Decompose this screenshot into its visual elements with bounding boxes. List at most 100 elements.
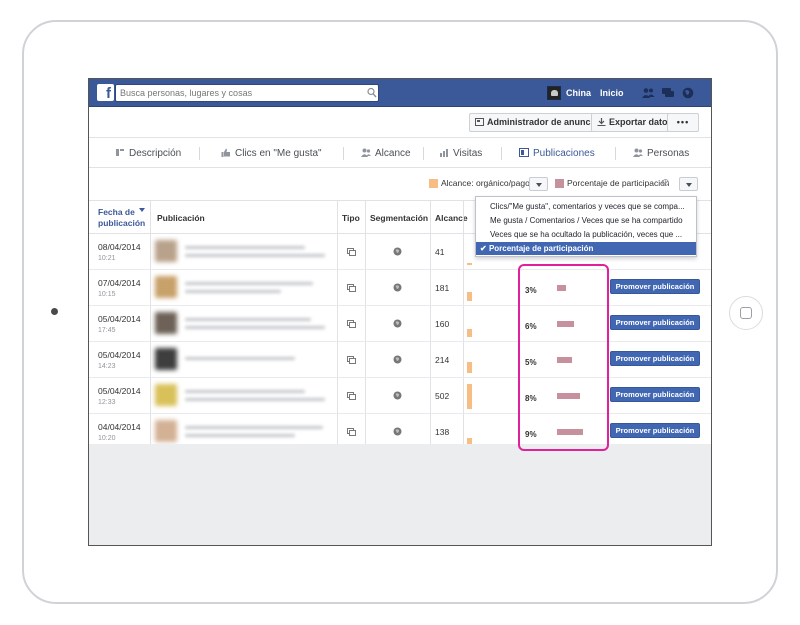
- checkmark-icon: ✔: [480, 244, 487, 253]
- overview-icon: [116, 149, 124, 156]
- facebook-logo[interactable]: f: [97, 84, 114, 102]
- thumbs-up-icon: [221, 148, 230, 157]
- promote-post-button[interactable]: Promover publicación: [610, 315, 700, 330]
- reach-value: 41: [435, 247, 445, 257]
- export-data-button[interactable]: Exportar datos: [591, 113, 679, 132]
- menu-item-selected[interactable]: ✔ Porcentaje de participación: [476, 242, 696, 255]
- post-type-icon: [347, 284, 356, 292]
- tab-descripcion[interactable]: Descripción: [115, 139, 181, 168]
- search-icon[interactable]: [367, 87, 377, 99]
- sort-desc-icon[interactable]: [139, 208, 145, 213]
- promote-post-button[interactable]: Promover publicación: [610, 351, 700, 366]
- reach-value: 502: [435, 391, 450, 401]
- post-type-icon: [347, 248, 356, 256]
- post-thumbnail[interactable]: [155, 384, 177, 406]
- table-row[interactable]: 05/04/2014 14:23 214 5% Promover publicac…: [89, 343, 711, 378]
- post-date: 05/04/2014 12:33: [98, 386, 141, 408]
- insights-tabs: Descripción Clics en "Me gusta" Alcance …: [89, 139, 711, 168]
- globe-icon: [393, 283, 402, 292]
- post-date-value: 05/04/2014: [98, 314, 141, 324]
- post-date-value: 05/04/2014: [98, 386, 141, 396]
- info-icon[interactable]: [662, 179, 669, 186]
- messages-icon[interactable]: [661, 87, 675, 99]
- globe-icon: [393, 391, 402, 400]
- tab-separator: [501, 147, 502, 160]
- reach-bar: [467, 362, 472, 373]
- post-time: 17:45: [98, 327, 116, 334]
- column-header-type: Tipo: [342, 213, 360, 223]
- friend-requests-icon[interactable]: [641, 87, 655, 99]
- people-icon: [361, 148, 371, 157]
- home-link[interactable]: Inicio: [600, 86, 624, 100]
- notifications-globe-icon[interactable]: [681, 87, 695, 99]
- table-row[interactable]: 05/04/2014 12:33 502 8% Promover publicac…: [89, 379, 711, 414]
- reach-legend-swatch: [429, 179, 438, 188]
- export-data-label: Exportar datos: [609, 117, 673, 127]
- post-date-value: 05/04/2014: [98, 350, 141, 360]
- tab-separator: [615, 147, 616, 160]
- post-text-blurred[interactable]: [185, 390, 305, 393]
- tab-label: Personas: [647, 148, 690, 159]
- post-thumbnail[interactable]: [155, 276, 177, 298]
- post-text-blurred[interactable]: [185, 290, 281, 293]
- search-input[interactable]: Busca personas, lugares y cosas: [115, 84, 379, 102]
- promote-post-button[interactable]: Promover publicación: [610, 423, 700, 438]
- post-text-blurred[interactable]: [185, 254, 325, 257]
- post-time: 12:33: [98, 399, 116, 406]
- post-text-blurred[interactable]: [185, 282, 313, 285]
- post-thumbnail[interactable]: [155, 240, 177, 262]
- promote-post-button[interactable]: Promover publicación: [610, 279, 700, 294]
- bar-chart-icon: [440, 149, 448, 157]
- table-row[interactable]: 05/04/2014 17:45 160 6% Promover publicac…: [89, 307, 711, 342]
- avatar[interactable]: [547, 86, 561, 100]
- menu-item[interactable]: Clics/"Me gusta", comentarios y veces qu…: [476, 200, 696, 213]
- tab-publicaciones[interactable]: Publicaciones: [519, 139, 595, 168]
- engagement-metric-dropdown[interactable]: [679, 177, 698, 191]
- post-text-blurred[interactable]: [185, 318, 311, 321]
- profile-name-link[interactable]: China: [566, 86, 591, 100]
- post-date-value: 08/04/2014: [98, 242, 141, 252]
- promote-post-button[interactable]: Promover publicación: [610, 387, 700, 402]
- posts-icon: [519, 148, 529, 157]
- post-text-blurred[interactable]: [185, 246, 305, 249]
- more-options-button[interactable]: •••: [667, 113, 699, 132]
- tab-clics-me-gusta[interactable]: Clics en "Me gusta": [221, 139, 322, 168]
- globe-icon: [393, 247, 402, 256]
- tab-separator: [343, 147, 344, 160]
- post-text-blurred[interactable]: [185, 326, 325, 329]
- tab-personas[interactable]: Personas: [633, 139, 689, 168]
- action-bar: Administrador de anuncios Exportar datos…: [89, 108, 711, 138]
- post-time: 14:23: [98, 363, 116, 370]
- home-button[interactable]: [729, 296, 763, 330]
- post-text-blurred[interactable]: [185, 426, 323, 429]
- reach-bar: [467, 384, 472, 409]
- post-date-value: 04/04/2014: [98, 422, 141, 432]
- tab-separator: [199, 147, 200, 160]
- reach-bar: [467, 329, 472, 337]
- post-time: 10:21: [98, 255, 116, 262]
- engagement-legend-label: Porcentaje de participación: [567, 178, 670, 188]
- post-thumbnail[interactable]: [155, 348, 177, 370]
- tab-label: Visitas: [453, 148, 483, 159]
- post-time: 10:20: [98, 435, 116, 442]
- tab-alcance[interactable]: Alcance: [361, 139, 411, 168]
- table-row[interactable]: 07/04/2014 10:15 181 3% Promover publicac…: [89, 271, 711, 306]
- post-text-blurred[interactable]: [185, 398, 325, 401]
- globe-icon: [393, 427, 402, 436]
- column-header-date[interactable]: Fecha de publicación: [98, 201, 148, 235]
- post-date: 08/04/2014 10:21: [98, 242, 141, 264]
- reach-metric-dropdown[interactable]: [529, 177, 548, 191]
- post-text-blurred[interactable]: [185, 434, 295, 437]
- ads-manager-button[interactable]: Administrador de anuncios: [469, 113, 610, 132]
- menu-item[interactable]: Veces que se ha ocultado la publicación,…: [476, 228, 696, 241]
- post-thumbnail[interactable]: [155, 312, 177, 334]
- post-type-icon: [347, 392, 356, 400]
- reach-value: 160: [435, 319, 450, 329]
- post-type-icon: [347, 356, 356, 364]
- tab-label: Clics en "Me gusta": [235, 148, 322, 159]
- engagement-legend-swatch: [555, 179, 564, 188]
- menu-item[interactable]: Me gusta / Comentarios / Veces que se ha…: [476, 214, 696, 227]
- tab-visitas[interactable]: Visitas: [439, 139, 482, 168]
- post-thumbnail[interactable]: [155, 420, 177, 442]
- post-text-blurred[interactable]: [185, 357, 295, 360]
